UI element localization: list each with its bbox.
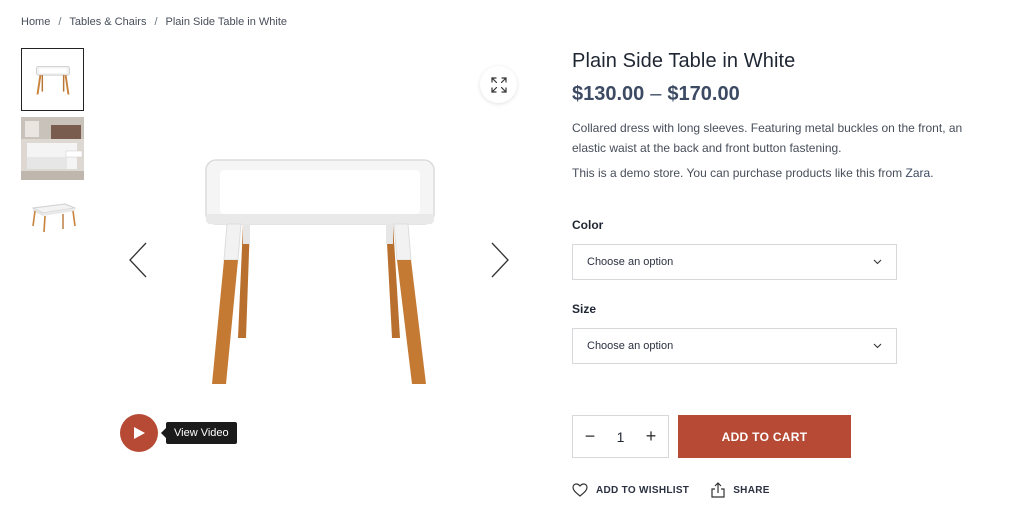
breadcrumb-tables-chairs[interactable]: Tables & Chairs [69, 16, 146, 28]
color-select[interactable]: Choose an option [572, 244, 897, 280]
product-title: Plain Side Table in White [572, 50, 796, 72]
thumbnail-3[interactable] [21, 186, 84, 249]
price-separator: – [650, 83, 662, 105]
heart-icon [572, 483, 588, 497]
size-select[interactable]: Choose an option [572, 328, 897, 364]
table-thumbnail-image [36, 65, 70, 95]
product-info: Plain Side Table in White $130.00 – $170… [572, 50, 992, 180]
quantity-stepper: − 1 + [572, 415, 669, 458]
color-select-value: Choose an option [587, 256, 674, 268]
wishlist-label: ADD TO WISHLIST [596, 484, 690, 496]
play-icon [134, 427, 145, 439]
chevron-left-icon[interactable] [128, 242, 148, 278]
add-to-cart-button[interactable]: ADD TO CART [678, 415, 851, 458]
chevron-right-icon[interactable] [490, 242, 510, 278]
demo-notice: This is a demo store. You can purchase p… [572, 166, 992, 180]
view-video: View Video [120, 414, 237, 452]
breadcrumb-home[interactable]: Home [21, 16, 50, 28]
product-description: Collared dress with long sleeves. Featur… [572, 121, 963, 155]
thumbnail-2[interactable] [21, 117, 84, 180]
expand-icon [490, 76, 507, 93]
side-table-image [205, 159, 435, 384]
main-product-image[interactable] [120, 48, 528, 398]
bedroom-thumbnail-image [21, 117, 84, 180]
view-video-tooltip: View Video [161, 422, 237, 444]
quantity-value[interactable]: 1 [617, 429, 625, 445]
demo-notice-end: . [930, 166, 934, 180]
play-video-button[interactable] [120, 414, 158, 452]
size-label: Size [572, 302, 597, 316]
table-angle-thumbnail-image [31, 203, 77, 233]
add-to-wishlist-button[interactable]: ADD TO WISHLIST [572, 483, 689, 497]
increase-quantity-button[interactable]: + [644, 426, 658, 447]
thumbnail-1[interactable] [21, 48, 84, 111]
size-select-value: Choose an option [587, 340, 674, 352]
price-high: $170.00 [667, 83, 740, 105]
share-icon [711, 482, 725, 498]
chevron-down-icon [873, 343, 882, 349]
price-low: $130.00 [572, 83, 645, 105]
breadcrumb-separator: / [58, 16, 62, 28]
share-label: SHARE [733, 484, 770, 496]
demo-notice-text: This is a demo store. You can purchase p… [572, 166, 903, 180]
zoom-button[interactable] [480, 66, 517, 103]
thumbnail-list [21, 48, 84, 255]
breadcrumb: Home / Tables & Chairs / Plain Side Tabl… [21, 16, 287, 28]
product-actions: ADD TO WISHLIST SHARE [572, 482, 792, 498]
product-price: $130.00 – $170.00 [572, 83, 992, 106]
zara-link[interactable]: Zara [906, 166, 931, 180]
decrease-quantity-button[interactable]: − [583, 426, 597, 447]
chevron-down-icon [873, 259, 882, 265]
color-label: Color [572, 218, 604, 232]
share-button[interactable]: SHARE [711, 482, 770, 498]
breadcrumb-separator: / [154, 16, 158, 28]
breadcrumb-current: Plain Side Table in White [165, 16, 287, 28]
